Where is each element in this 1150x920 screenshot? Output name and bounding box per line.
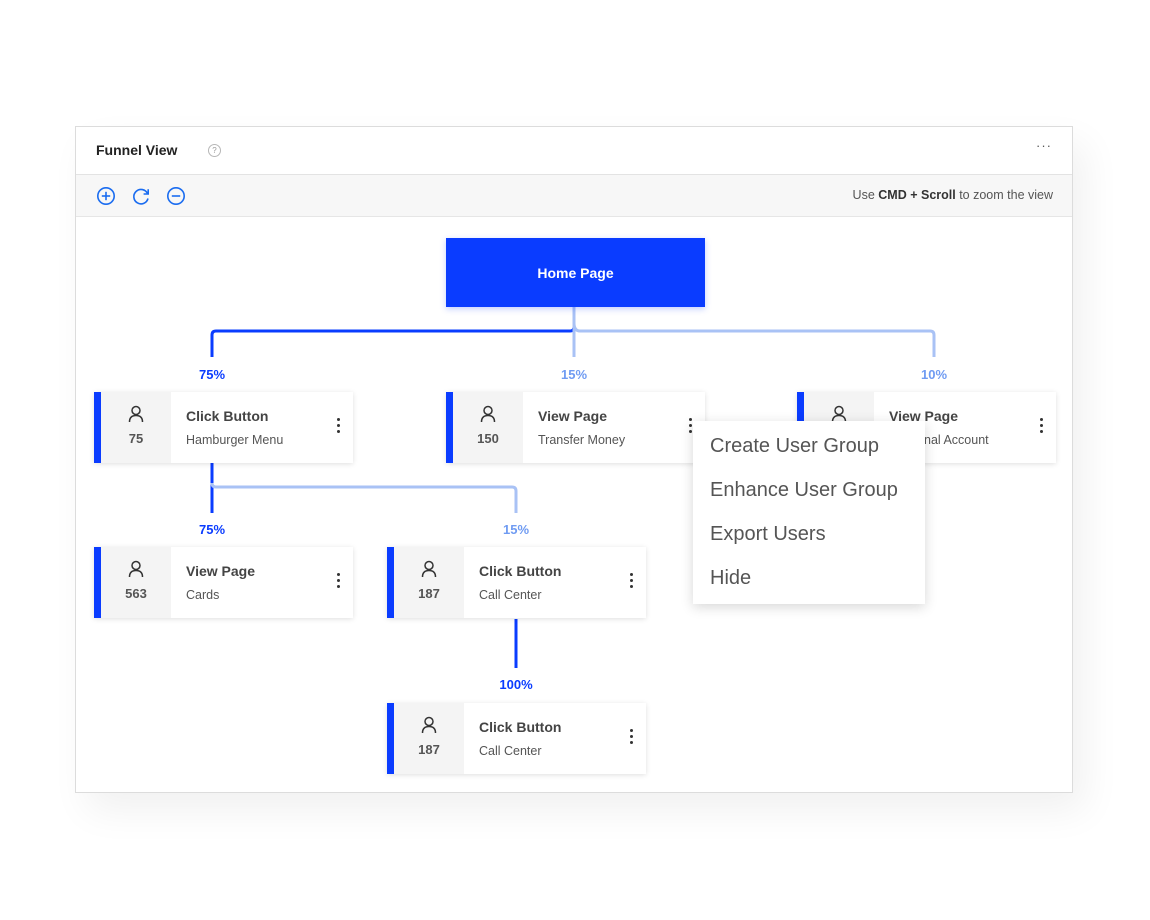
node-title: View Page [186,563,256,579]
funnel-node-click-hamburger[interactable]: 75 Click Button Hamburger Menu [94,392,353,463]
node-user-count: 75 [128,431,144,446]
node-accent-bar [387,703,394,774]
node-title: Click Button [479,719,562,735]
percent-callcenter-1: 15% [502,522,530,537]
node-subtitle: Transfer Money [538,433,626,447]
node-menu-icon[interactable] [335,573,341,591]
node-accent-bar [387,547,394,618]
connector-hamburger-callcenter [210,482,518,513]
connector-home-personal [572,322,936,357]
percent-transfer: 15% [560,367,588,382]
percent-hamburger: 75% [198,367,226,382]
node-title: View Page [538,408,608,424]
node-title: Click Button [186,408,269,424]
funnel-node-view-cards[interactable]: 563 View Page Cards [94,547,353,618]
menu-item-hide[interactable]: Hide [710,567,751,590]
percent-personal: 10% [920,367,948,382]
node-subtitle: Call Center [479,744,542,758]
node-stat: 150 [453,392,523,463]
funnel-node-view-transfer[interactable]: 150 View Page Transfer Money [446,392,705,463]
node-accent-bar [446,392,453,463]
funnel-node-call-center-1[interactable]: 187 Click Button Call Center [387,547,646,618]
node-user-count: 150 [477,431,499,446]
node-subtitle: Call Center [479,588,542,602]
user-icon [128,560,144,578]
funnel-panel: Funnel View ? ··· Use CMD + Scroll to zo… [75,126,1073,793]
menu-item-create-user-group[interactable]: Create User Group [710,435,879,458]
user-icon [480,405,496,423]
percent-callcenter-2: 100% [499,677,533,692]
percent-cards: 75% [198,522,226,537]
node-stat: 187 [394,547,464,618]
node-menu-icon[interactable] [628,729,634,747]
node-menu-icon[interactable] [335,418,341,436]
node-user-count: 187 [418,742,440,757]
node-context-menu: Create User Group Enhance User Group Exp… [693,421,925,604]
node-stat: 563 [101,547,171,618]
node-title: Click Button [479,563,562,579]
node-subtitle: nal Account [924,433,989,447]
connector-home-hamburger [210,307,576,357]
node-accent-bar [94,392,101,463]
menu-item-export-users[interactable]: Export Users [710,523,826,546]
node-menu-icon[interactable] [628,573,634,591]
node-user-count: 563 [125,586,147,601]
menu-item-enhance-user-group[interactable]: Enhance User Group [710,479,898,502]
home-page-node[interactable]: Home Page [446,238,705,307]
user-icon [421,560,437,578]
node-user-count: 187 [418,586,440,601]
node-stat: 187 [394,703,464,774]
funnel-node-call-center-2[interactable]: 187 Click Button Call Center [387,703,646,774]
user-icon [128,405,144,423]
user-icon [421,716,437,734]
node-stat: 75 [101,392,171,463]
node-subtitle: Hamburger Menu [186,433,284,447]
node-menu-icon[interactable] [1038,418,1044,436]
node-accent-bar [94,547,101,618]
node-subtitle: Cards [186,588,220,602]
